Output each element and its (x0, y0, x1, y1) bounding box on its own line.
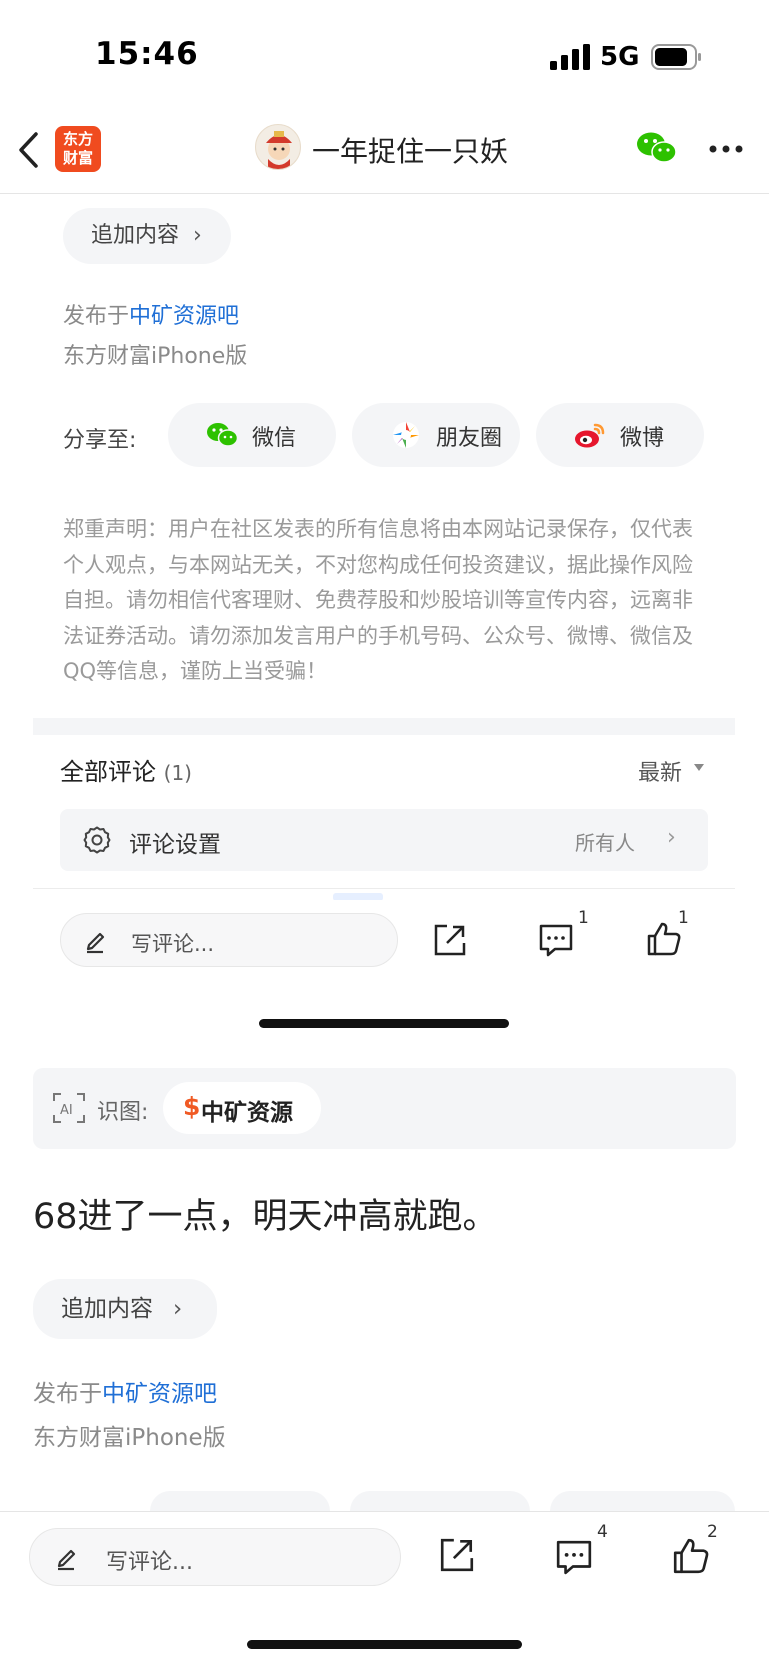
back-arrow-icon[interactable] (14, 128, 44, 172)
like-count-badge: 1 (678, 908, 689, 928)
nav-bar: 东方 财富 一年捉住一只妖 (0, 110, 769, 194)
disclaimer-text: 郑重声明：用户在社区发表的所有信息将由本网站记录保存，仅代表个人观点，与本网站无… (63, 517, 693, 683)
chevron-right-icon: › (173, 1296, 183, 1322)
more-icon[interactable] (708, 144, 744, 154)
share-moments-button[interactable]: 朋友圈 (352, 403, 520, 467)
comment-icon[interactable] (538, 922, 574, 958)
published-prefix: 发布于 (33, 1381, 102, 1407)
pencil-icon (86, 932, 105, 954)
thumbs-up-icon[interactable] (671, 1536, 711, 1576)
section-divider (33, 718, 735, 735)
share-weibo-button[interactable]: 微博 (536, 403, 704, 467)
image-recognition-card: AI 识图: $ 中矿资源 (33, 1068, 736, 1149)
like-count-badge: 2 (707, 1522, 718, 1542)
comment-count-badge: 1 (578, 908, 589, 928)
forum-link[interactable]: 中矿资源吧 (102, 1381, 217, 1407)
comment-settings-value: 所有人 (575, 831, 635, 855)
share-label: 分享至: (63, 428, 137, 453)
share-moments-label: 朋友圈 (436, 426, 503, 451)
chevron-right-icon: › (193, 223, 202, 248)
wechat-icon (207, 423, 238, 447)
stock-name: 中矿资源 (201, 1100, 293, 1126)
comments-title: 全部评论 (1) (60, 752, 192, 787)
share-wechat-button[interactable]: 微信 (168, 403, 336, 467)
comment-input[interactable]: 写评论... (60, 913, 398, 967)
home-indicator (259, 1019, 509, 1028)
sort-dropdown[interactable]: 最新 (638, 755, 682, 787)
add-content-button[interactable]: 追加内容 › (33, 1279, 217, 1339)
share-icon[interactable] (438, 1536, 476, 1574)
gear-icon (83, 826, 111, 854)
stock-symbol: $ (183, 1092, 201, 1121)
share-button-partial (550, 1491, 735, 1511)
moments-icon (393, 422, 419, 448)
stock-tag[interactable]: $ 中矿资源 (163, 1082, 321, 1134)
comment-placeholder: 写评论... (131, 932, 215, 956)
recognize-label: 识图: (97, 1100, 149, 1125)
signal-icon (550, 44, 590, 70)
comment-list-partial (33, 888, 735, 900)
published-in: 发布于中矿资源吧 (33, 1374, 217, 1408)
comment-input[interactable]: 写评论... (29, 1528, 401, 1586)
comments-title-label: 全部评论 (60, 758, 156, 786)
partial-comment-badge (333, 893, 383, 900)
comment-placeholder: 写评论... (106, 1550, 193, 1575)
home-indicator (247, 1640, 522, 1649)
ai-scan-icon: AI (53, 1093, 85, 1123)
client-source: 东方财富iPhone版 (63, 344, 248, 369)
status-time: 15:46 (95, 36, 199, 72)
app-logo-line-2: 财富 (62, 149, 93, 167)
add-content-button[interactable]: 追加内容 › (63, 208, 231, 264)
status-bar: 15:46 5G (0, 0, 769, 110)
bottom-action-bar: 写评论... 1 1 (0, 900, 769, 980)
add-content-label: 追加内容 (91, 223, 180, 248)
share-button-partial (350, 1491, 530, 1511)
comment-settings-label: 评论设置 (129, 832, 221, 858)
published-prefix: 发布于 (63, 304, 130, 329)
svg-text:AI: AI (60, 1103, 73, 1118)
battery-icon (651, 44, 701, 70)
comment-count-badge: 4 (597, 1522, 608, 1542)
pencil-icon (57, 1549, 76, 1571)
app-logo-line-1: 东方 (62, 130, 93, 148)
share-icon[interactable] (432, 922, 468, 958)
weibo-icon (575, 423, 605, 448)
published-in: 发布于中矿资源吧 (63, 298, 239, 330)
post-body: 68进了一点，明天冲高就跑。 (33, 1197, 498, 1237)
forum-link[interactable]: 中矿资源吧 (129, 304, 239, 329)
share-button-partial (150, 1491, 330, 1511)
wechat-icon[interactable] (636, 130, 678, 166)
app-logo[interactable]: 东方 财富 (55, 126, 101, 172)
share-wechat-label: 微信 (252, 426, 297, 451)
comments-count: (1) (163, 761, 192, 785)
network-type: 5G (600, 42, 640, 72)
add-content-label: 追加内容 (61, 1296, 153, 1322)
chevron-right-icon: › (667, 825, 676, 850)
caret-down-icon[interactable] (694, 764, 704, 771)
comment-settings-row[interactable]: 评论设置 所有人 › (60, 809, 708, 871)
author-name[interactable]: 一年捉住一只妖 (312, 130, 508, 170)
client-source: 东方财富iPhone版 (33, 1425, 226, 1451)
author-avatar[interactable] (255, 124, 301, 170)
comment-icon[interactable] (555, 1538, 593, 1576)
share-weibo-label: 微博 (620, 426, 665, 451)
